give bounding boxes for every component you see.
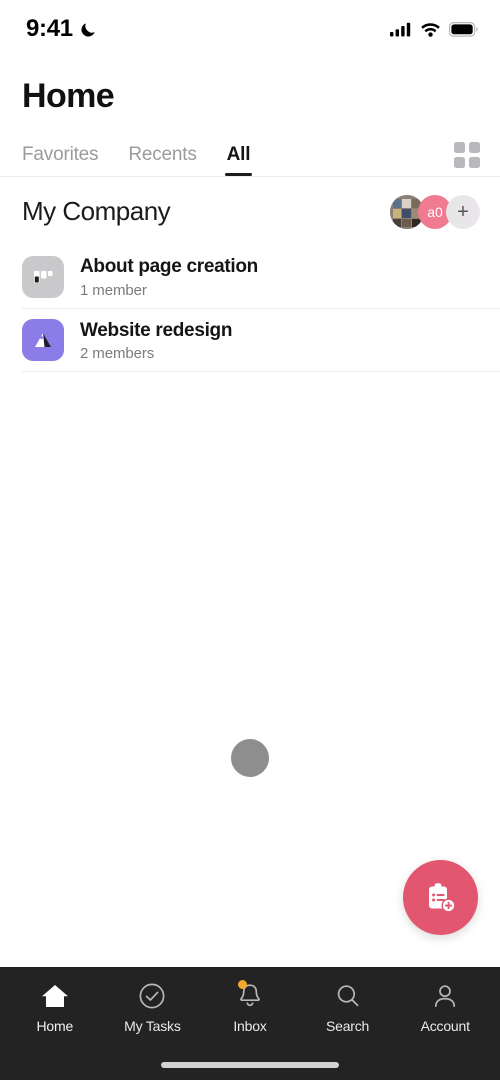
tab-recents[interactable]: Recents [128, 144, 197, 176]
project-member-count: 1 member [80, 281, 147, 299]
status-bar-left: 9:41 [26, 15, 98, 43]
nav-label-my-tasks: My Tasks [124, 1018, 181, 1034]
bell-icon [237, 980, 263, 1011]
home-icon [40, 981, 70, 1011]
nav-label-inbox: Inbox [233, 1018, 267, 1034]
app-screen: 9:41 Home Favorites Recents All My Compa… [0, 0, 500, 1080]
check-circle-icon [138, 981, 166, 1011]
project-member-count: 2 members [80, 345, 155, 363]
add-task-icon [428, 882, 455, 912]
board-icon-glyph [34, 270, 53, 283]
main-content: My Company a0 + About page creation 1 me… [0, 177, 500, 967]
nav-item-inbox[interactable]: Inbox [204, 980, 296, 1034]
person-icon-glyph [435, 985, 456, 1008]
person-icon [431, 981, 459, 1011]
page-header: Home Favorites Recents All [0, 58, 500, 177]
search-icon [334, 981, 362, 1011]
check-circle-icon-glyph [139, 983, 165, 1009]
mountain-icon [22, 319, 64, 362]
home-icon-glyph [41, 985, 68, 1007]
grid-cell [454, 141, 465, 153]
tab-all[interactable]: All [224, 144, 253, 176]
grid-cell [469, 156, 480, 168]
status-time: 9:41 [26, 15, 73, 42]
cellular-signal-icon [390, 22, 411, 36]
add-member-button[interactable]: + [446, 194, 480, 229]
project-text-block: About page creation 1 member [80, 255, 258, 299]
mountain-icon-glyph [35, 333, 51, 348]
status-bar-right [390, 21, 478, 37]
board-icon [22, 255, 64, 298]
section-header-my-company: My Company a0 + [0, 177, 500, 245]
status-bar: 9:41 [0, 0, 500, 58]
grid-cell [469, 141, 480, 153]
wifi-icon [421, 22, 440, 37]
bottom-navigation-bar: Home My Tasks Inbox Search Account [0, 967, 500, 1080]
grid-view-icon[interactable] [454, 141, 480, 168]
nav-label-home: Home [36, 1018, 74, 1034]
nav-item-my-tasks[interactable]: My Tasks [106, 981, 198, 1034]
tab-favorites[interactable]: Favorites [22, 144, 99, 176]
battery-full-icon [449, 21, 478, 37]
section-title: My Company [22, 196, 171, 227]
inbox-badge-dot [237, 980, 247, 989]
nav-label-account: Account [420, 1018, 470, 1034]
search-icon-glyph [337, 985, 359, 1007]
project-title: Website redesign [80, 319, 233, 341]
project-title: About page creation [80, 255, 258, 277]
nav-label-search: Search [325, 1018, 370, 1034]
nav-item-account[interactable]: Account [399, 981, 491, 1034]
tab-bar: Favorites Recents All [0, 133, 500, 177]
home-indicator-bar [161, 1062, 339, 1068]
page-title: Home [22, 77, 115, 115]
grid-cell [454, 156, 465, 168]
project-list-item-website-redesign[interactable]: Website redesign 2 members [0, 309, 500, 373]
nav-item-search[interactable]: Search [302, 981, 394, 1034]
member-avatar-stack: a0 + [390, 194, 480, 229]
loading-dot [231, 738, 269, 777]
nav-item-home[interactable]: Home [9, 981, 101, 1034]
moon-icon [81, 22, 95, 37]
project-list-item-about-page-creation[interactable]: About page creation 1 member [0, 245, 500, 309]
create-task-fab[interactable] [403, 860, 478, 935]
project-text-block: Website redesign 2 members [80, 319, 232, 363]
